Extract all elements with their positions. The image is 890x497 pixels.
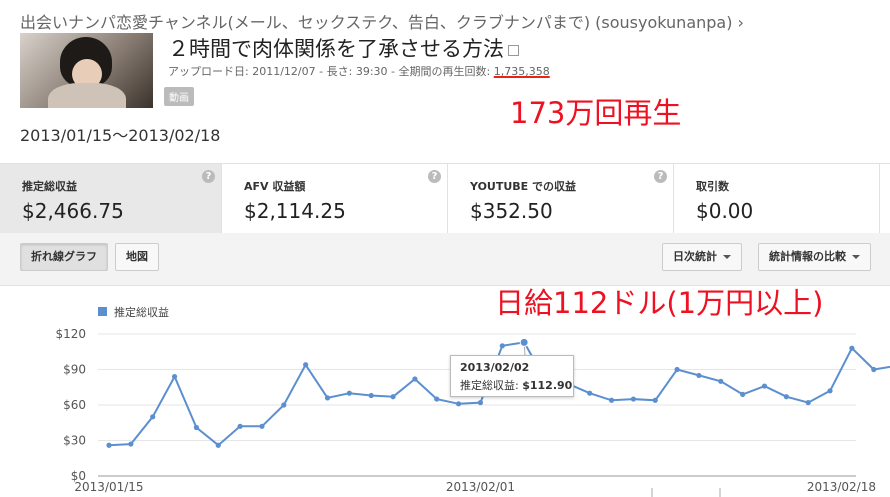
views-count: 1,735,358 [493,65,550,78]
video-title-text[interactable]: ２時間で肉体関係を了承させる方法 [168,37,504,61]
data-point [324,395,331,401]
thumbnail-body-shape [48,83,126,108]
data-point [477,400,484,406]
compare-stats-label: 統計情報の比較 [769,250,846,263]
data-point [106,442,112,448]
tooltip-date: 2013/02/02 [460,361,530,374]
metric-transactions[interactable]: 取引数 $0.00 [674,164,880,234]
line-graph-button[interactable]: 折れ線グラフ [20,243,108,271]
data-point [368,392,374,399]
y-tick-label: $120 [55,327,86,341]
data-point [150,414,156,420]
data-point [696,372,702,379]
data-point [171,374,178,380]
data-point [718,378,724,384]
metric-label: YOUTUBE での収益 [470,180,577,193]
video-title[interactable]: ２時間で肉体関係を了承させる方法 [168,33,519,63]
metric-value: $352.50 [470,199,553,223]
metric-value: $0.00 [696,199,754,223]
x-tick-label: 2013/01/15 [74,480,143,494]
data-point [805,400,811,406]
date-range[interactable]: 2013/01/15〜2013/02/18 [20,122,220,146]
help-icon[interactable]: ? [428,170,441,183]
metric-value: $2,466.75 [22,199,124,223]
external-link-icon[interactable] [508,44,519,56]
data-point [456,401,462,407]
views-annotation: 173万回再生 [510,96,682,130]
data-point [281,402,287,408]
data-point [630,396,637,402]
data-point [237,423,243,429]
metric-label: AFV 収益額 [244,180,306,193]
data-point [215,442,221,448]
breadcrumb[interactable]: 出会いナンパ恋愛チャンネル(メール、セックステク、告白、クラブナンパまで) (s… [20,9,744,33]
length-value: 39:30 [355,65,388,78]
data-point [412,376,418,382]
metrics-bar: 推定総収益 $2,466.75 ? AFV 収益額 $2,114.25 ? YO… [0,163,890,235]
metric-afv-revenue[interactable]: AFV 収益額 $2,114.25 ? [222,164,448,234]
tooltip-value: $112.90 [522,379,573,392]
meta-separator: - [391,65,396,78]
views-label: 全期間の再生回数: [398,65,491,78]
metric-label: 取引数 [696,180,729,193]
daily-stats-label: 日次統計 [673,250,717,263]
metric-youtube-revenue[interactable]: YOUTUBE での収益 $352.50 ? [448,164,674,234]
data-point [871,366,877,373]
data-point [303,362,309,368]
data-point [390,394,396,400]
chart-tooltip: 2013/02/02 推定総収益: $112.90 [450,355,574,397]
data-point [259,423,265,429]
y-tick-label: $30 [63,434,86,448]
legend-swatch [98,307,107,316]
daily-earnings-annotation: 日給112ドル(1万円以上) [495,286,824,320]
x-tick-label: 2013/02/01 [446,480,515,494]
video-meta: アップロード日: 2011/12/07 - 長さ: 39:30 - 全期間の再生… [168,63,550,79]
length-label: 長さ: [326,65,353,78]
data-point [652,397,658,403]
highlighted-data-point [519,337,529,347]
daily-stats-dropdown[interactable]: 日次統計 [662,243,742,271]
upload-label: アップロード日: [168,65,249,78]
data-point [128,441,134,447]
data-point [827,388,833,394]
data-point [499,343,505,349]
help-icon[interactable]: ? [202,170,215,183]
data-point [849,345,855,351]
data-point [434,396,440,402]
chevron-down-icon [852,255,860,259]
map-button[interactable]: 地図 [115,243,159,271]
chevron-down-icon [723,255,731,259]
meta-separator: - [319,65,324,78]
metric-estimated-revenue[interactable]: 推定総収益 $2,466.75 ? [0,164,222,234]
tooltip-label: 推定総収益: [460,379,519,392]
data-point [193,424,199,431]
y-tick-label: $90 [63,363,86,377]
video-badge: 動画 [164,87,194,106]
data-point [674,366,680,373]
data-point [346,390,352,396]
upload-date: 2011/12/07 [252,65,316,78]
data-point [587,390,593,396]
legend-label: 推定総収益 [114,305,169,319]
data-point [740,391,746,397]
data-point [783,394,789,400]
y-tick-label: $60 [63,398,86,412]
data-point [608,397,615,403]
metric-label: 推定総収益 [22,180,77,193]
metric-value: $2,114.25 [244,199,346,223]
data-point [761,383,768,389]
help-icon[interactable]: ? [654,170,667,183]
x-tick-label: 2013/02/18 [807,480,876,494]
tooltip-line: 推定総収益: $112.90 [460,377,573,393]
video-thumbnail[interactable] [20,33,153,108]
compare-stats-dropdown[interactable]: 統計情報の比較 [758,243,871,271]
chart-toolbar: 折れ線グラフ 地図 日次統計 統計情報の比較 [0,233,890,286]
